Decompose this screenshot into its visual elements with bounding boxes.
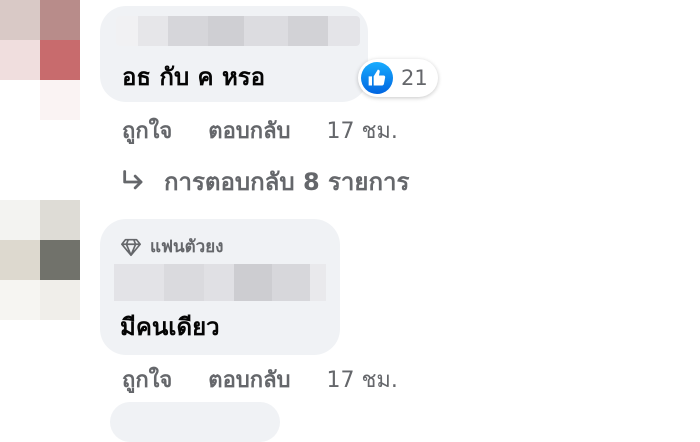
like-button[interactable]: ถูกใจ: [122, 362, 172, 397]
top-fan-badge[interactable]: แฟนตัวยง: [120, 233, 223, 260]
comment-timestamp[interactable]: 17 ชม.: [327, 113, 398, 148]
comment-text: อธ กับ ค หรอ: [122, 63, 266, 91]
comment-bubble: [110, 402, 280, 442]
comment-text: มีคนเดียว: [120, 313, 220, 341]
badge-label: แฟนตัวยง: [150, 237, 224, 257]
comment-timestamp[interactable]: 17 ชม.: [327, 362, 398, 397]
like-button[interactable]: ถูกใจ: [122, 113, 172, 148]
reply-button[interactable]: ตอบกลับ: [208, 362, 290, 397]
comment-bubble: อธ กับ ค หรอ: [100, 6, 368, 102]
view-replies-link[interactable]: การตอบกลับ 8 รายการ: [120, 162, 409, 201]
commenter-name-redacted[interactable]: [116, 16, 360, 46]
comment-actions: ถูกใจ ตอบกลับ 17 ชม.: [122, 362, 398, 397]
reaction-count: 21: [401, 66, 428, 90]
comment-actions: ถูกใจ ตอบกลับ 17 ชม.: [122, 113, 398, 148]
diamond-icon: [121, 238, 141, 256]
reaction-summary[interactable]: 21: [358, 59, 438, 97]
commenter-name-redacted[interactable]: [114, 264, 326, 301]
like-reaction-icon: [361, 62, 393, 94]
view-replies-label: การตอบกลับ 8 รายการ: [164, 168, 410, 196]
comment-bubble: แฟนตัวยง มีคนเดียว: [100, 219, 340, 355]
reply-arrow-icon: [123, 169, 143, 189]
reply-button[interactable]: ตอบกลับ: [208, 113, 290, 148]
